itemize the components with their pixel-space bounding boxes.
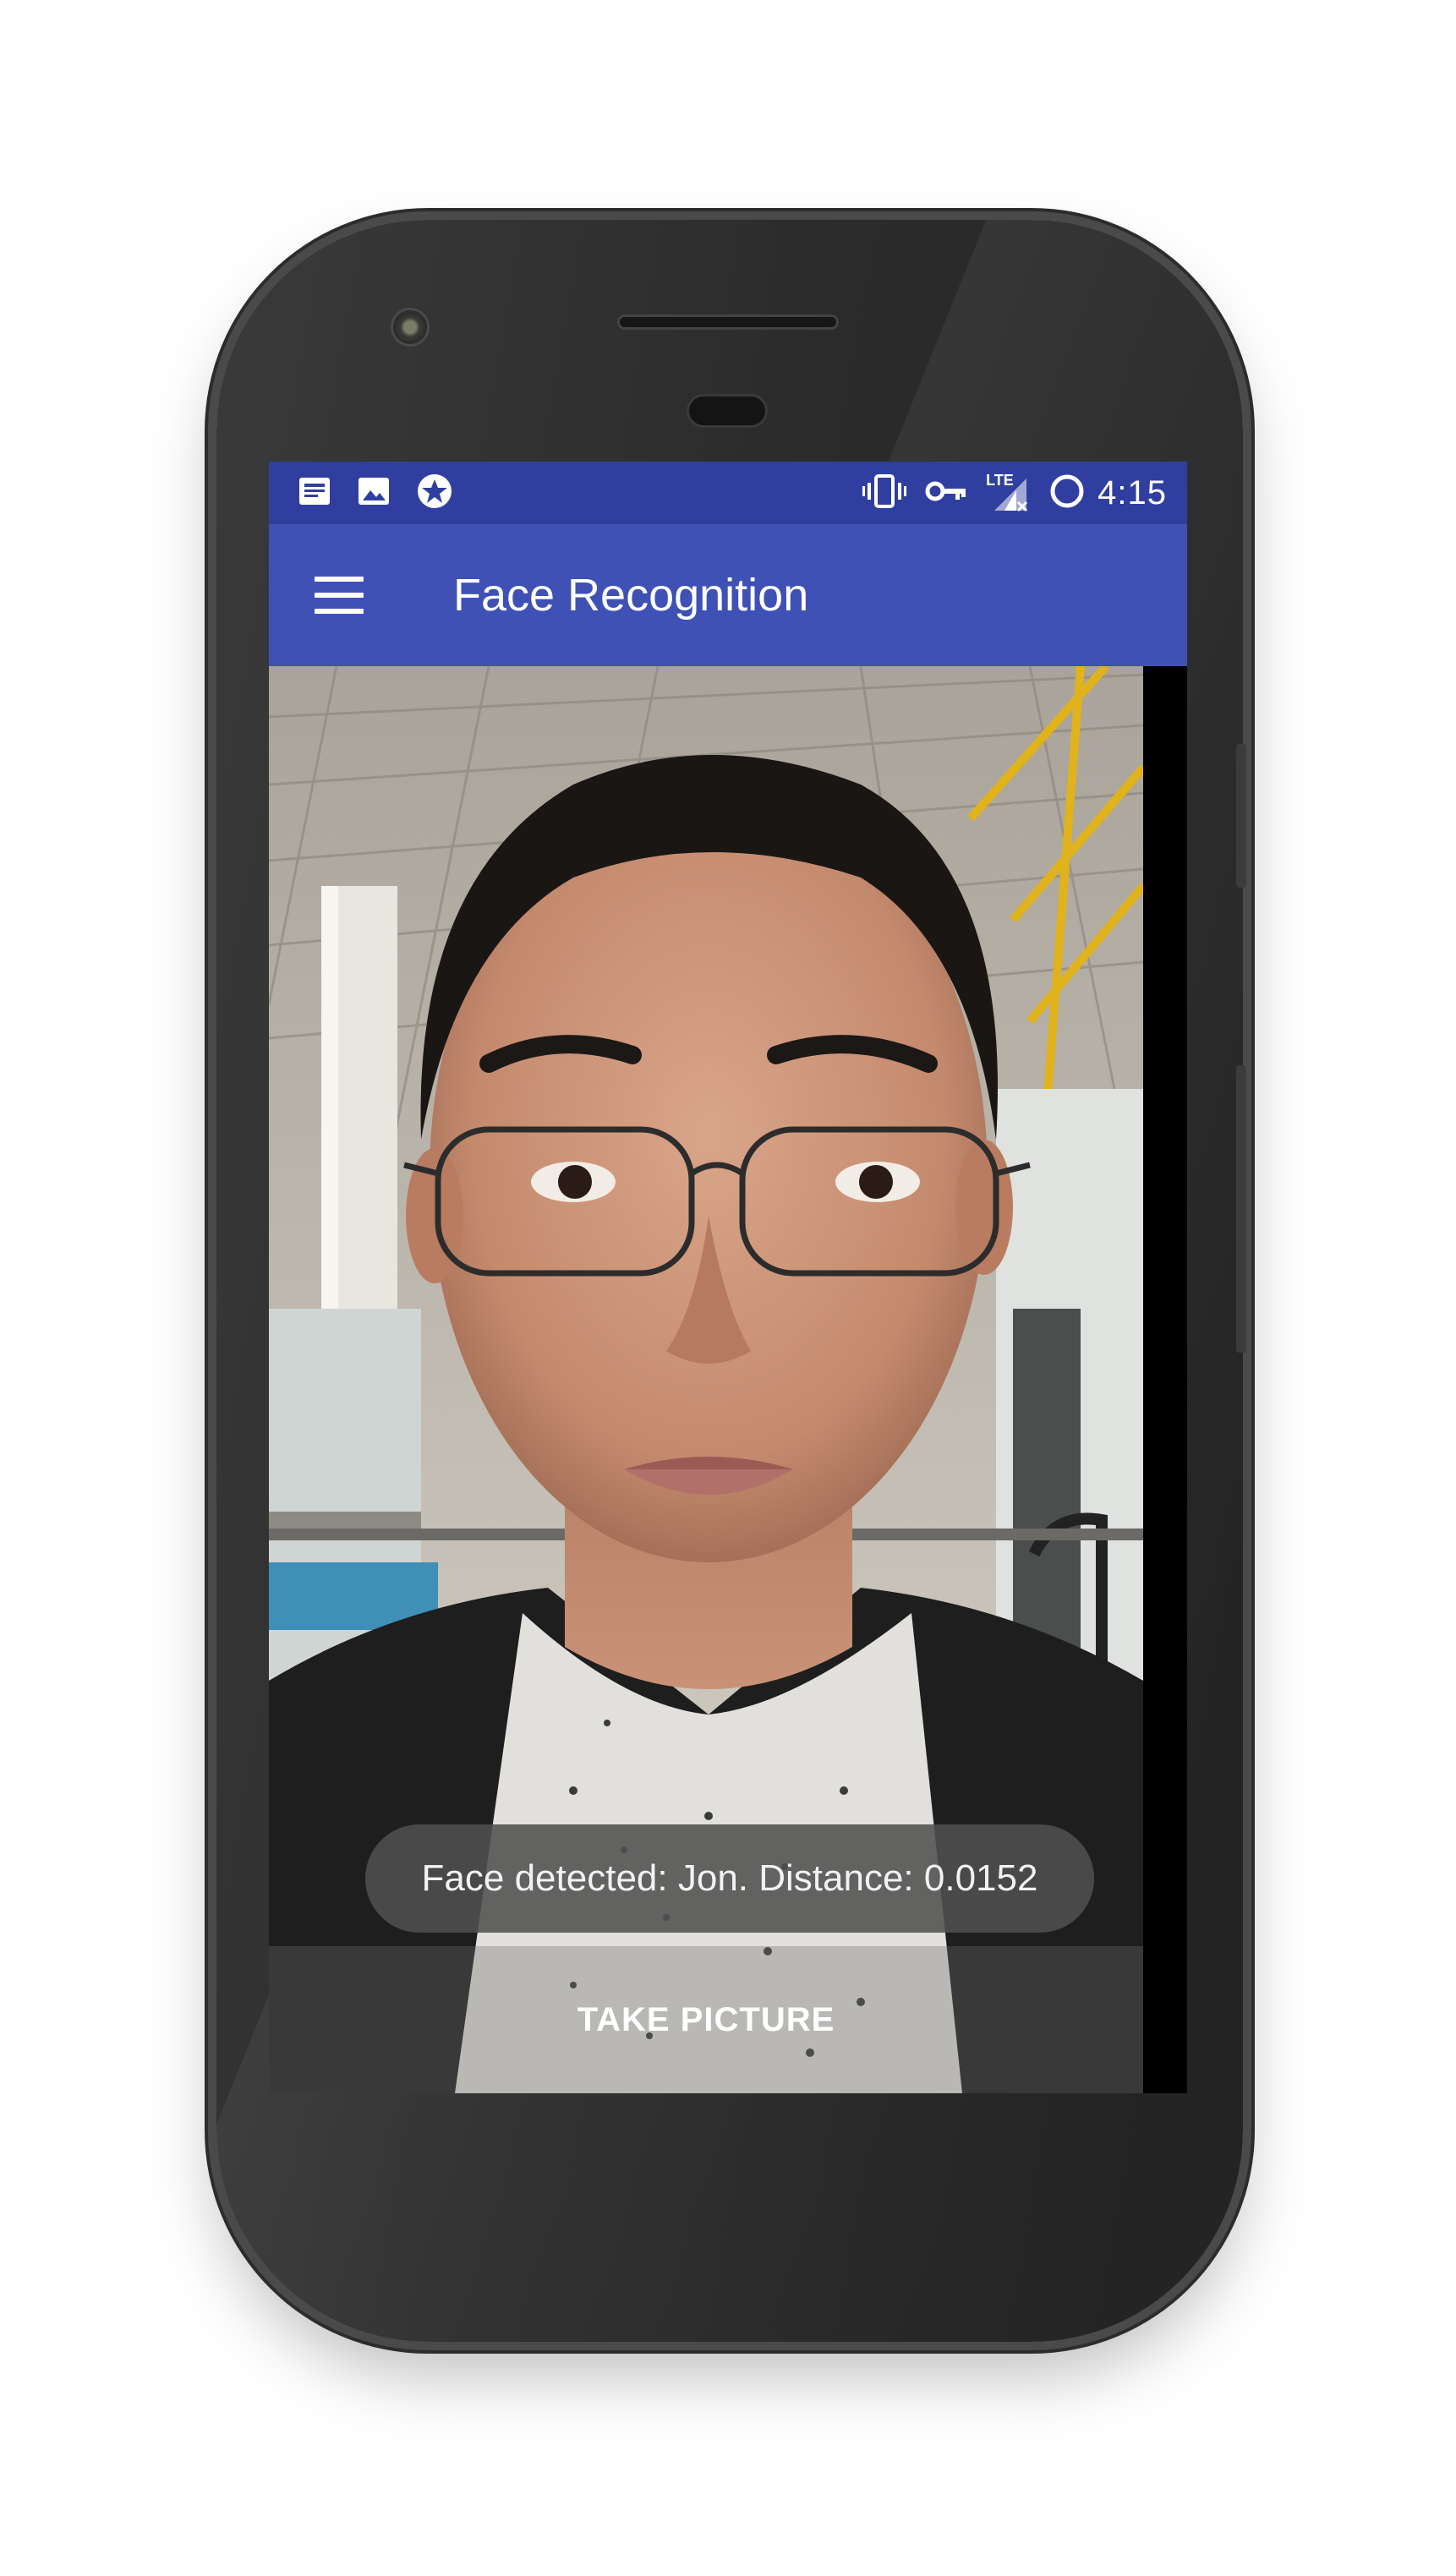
volume-button bbox=[1236, 1065, 1246, 1353]
system-icons: LTE 4:15 bbox=[844, 472, 1167, 514]
phone-screen: LTE 4:15 Face Recognition Face detected:… bbox=[269, 462, 1187, 2093]
lte-signal-icon: LTE bbox=[986, 472, 1030, 512]
take-picture-button[interactable]: TAKE PICTURE bbox=[269, 1946, 1143, 2093]
star-badge-icon bbox=[416, 473, 453, 514]
news-icon bbox=[298, 476, 331, 511]
vpn-key-icon bbox=[925, 479, 967, 508]
earpiece-speaker bbox=[617, 314, 839, 330]
notification-icons bbox=[298, 473, 479, 514]
power-button bbox=[1236, 744, 1246, 888]
proximity-sensor bbox=[687, 394, 768, 428]
status-time: 4:15 bbox=[1097, 473, 1167, 511]
sync-circle-icon bbox=[1048, 473, 1086, 514]
app-title: Face Recognition bbox=[453, 570, 809, 621]
preview-edge bbox=[1143, 666, 1187, 2093]
status-bar: LTE 4:15 bbox=[269, 462, 1187, 524]
vibrate-icon bbox=[862, 473, 907, 512]
front-camera bbox=[391, 308, 430, 347]
image-icon bbox=[357, 476, 391, 511]
face-detected-toast: Face detected: Jon. Distance: 0.0152 bbox=[365, 1824, 1094, 1933]
app-bar: Face Recognition bbox=[269, 524, 1187, 666]
hamburger-menu-icon[interactable] bbox=[315, 577, 364, 614]
